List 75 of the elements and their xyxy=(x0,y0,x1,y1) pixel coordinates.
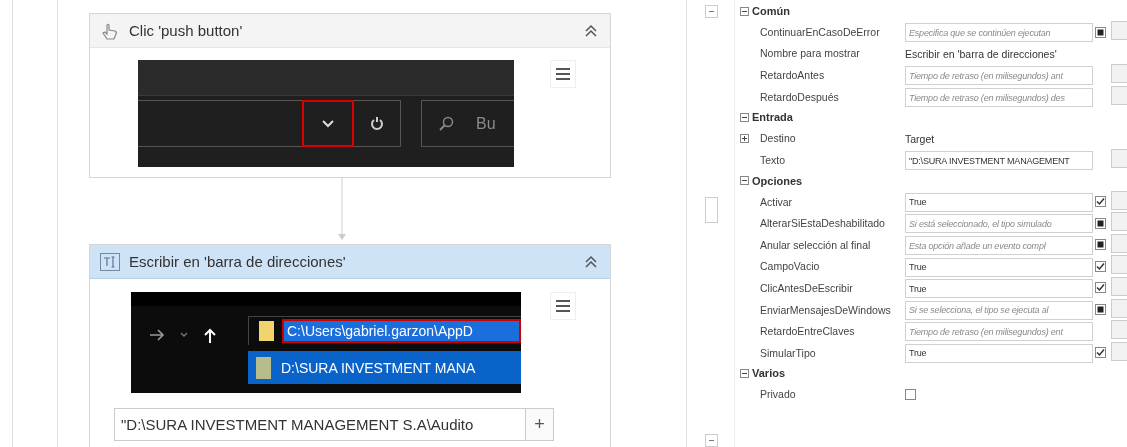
step-title: Escribir en 'barra de direcciones' xyxy=(129,253,347,270)
card-header[interactable]: Clic 'push button' xyxy=(90,14,610,48)
suggestion-item[interactable]: D:\SURA INVESTMENT MANA xyxy=(248,351,521,384)
property-field[interactable]: Esta opción añade un evento compl xyxy=(905,236,1093,255)
text-cursor-icon xyxy=(100,252,120,271)
chevron-down-icon xyxy=(322,119,334,128)
collapse-icon[interactable] xyxy=(740,112,749,122)
property-name: AlterarSiEstaDeshabilitado xyxy=(760,217,886,230)
text-field[interactable]: "D:\SURA INVESTMENT MANAGEMENT S.A\Audito xyxy=(114,408,526,441)
property-name: EnviarMensajesDeWindows xyxy=(760,303,892,316)
property-value: Target xyxy=(905,133,935,146)
checkbox[interactable] xyxy=(1095,26,1106,38)
property-name: SimularTipo xyxy=(760,346,817,359)
menu-button[interactable] xyxy=(550,60,576,88)
property-name: RetardoEntreClaves xyxy=(760,325,856,338)
address-field[interactable]: C:\Users\gabriel.garzon\AppD xyxy=(282,319,521,343)
checkbox[interactable] xyxy=(905,388,916,400)
checkbox[interactable] xyxy=(1095,196,1106,208)
property-field[interactable]: Especifica que se continúen ejecutan xyxy=(905,23,1093,43)
menu-icon xyxy=(555,67,571,81)
collapse-icon[interactable] xyxy=(740,6,749,16)
property-name: Activar xyxy=(760,195,794,208)
folder-icon xyxy=(259,321,274,341)
checkbox[interactable] xyxy=(1095,217,1106,229)
dropdown-button[interactable] xyxy=(302,100,354,147)
collapse-icon[interactable] xyxy=(584,254,598,269)
collapse-icon[interactable] xyxy=(584,23,598,38)
search-text: Bu xyxy=(476,114,496,133)
suggestion-text: D:\SURA INVESTMENT MANA xyxy=(281,359,476,376)
property-field[interactable]: Si se selecciona, el tipo se ejecuta al xyxy=(905,300,1093,320)
checkbox[interactable] xyxy=(1095,239,1106,251)
menu-button[interactable] xyxy=(550,292,576,320)
category-title: Opciones xyxy=(752,174,803,187)
folder-icon xyxy=(256,356,271,379)
property-name: CampoVacio xyxy=(760,260,821,273)
search-icon xyxy=(438,115,454,132)
up-arrow-icon[interactable] xyxy=(203,328,217,344)
property-name: Privado xyxy=(760,388,797,401)
property-field[interactable]: True xyxy=(905,257,1093,277)
forward-arrow-icon[interactable] xyxy=(149,328,165,342)
property-name: Texto xyxy=(760,153,787,166)
property-field[interactable]: "D:\SURA INVESTMENT MANAGEMENT xyxy=(905,151,1093,171)
checkbox[interactable] xyxy=(1095,304,1106,316)
collapse-icon[interactable] xyxy=(740,176,749,186)
property-name: ContinuarEnCasoDeError xyxy=(760,26,881,38)
property-name: RetardoDespués xyxy=(760,90,840,103)
step-card[interactable]: Clic 'push button' Bu xyxy=(89,13,611,178)
category-title: Varios xyxy=(752,367,786,380)
property-name: ClicAntesDeEscribir xyxy=(760,281,854,294)
property-name: Destino xyxy=(760,132,797,145)
property-value: Escribir en 'barra de direcciones' xyxy=(905,48,1057,61)
property-name: RetardoAntes xyxy=(760,69,826,82)
property-field[interactable]: Tiempo de retraso (en milisegundos) des xyxy=(905,88,1093,108)
property-name: Nombre para mostrar xyxy=(760,47,861,60)
card-header[interactable]: Escribir en 'barra de direcciones' xyxy=(90,245,610,279)
checkbox[interactable] xyxy=(1095,282,1106,294)
property-field[interactable]: Si está seleccionado, el tipo simulado xyxy=(905,214,1093,234)
property-field[interactable]: True xyxy=(905,192,1093,212)
collapse-icon[interactable] xyxy=(740,368,749,378)
search-field[interactable]: Bu xyxy=(421,100,514,147)
checkbox[interactable] xyxy=(1095,260,1106,272)
add-button[interactable]: + xyxy=(526,408,554,441)
expand-icon[interactable] xyxy=(740,133,749,143)
property-name: Anular selección al final xyxy=(760,238,872,251)
menu-icon xyxy=(555,299,571,313)
splitter-handle[interactable] xyxy=(705,197,718,223)
category-title: Entrada xyxy=(752,111,793,124)
category-title: Común xyxy=(752,5,790,17)
step-card[interactable]: Escribir en 'barra de direcciones' C:\Users\gabriel.garzon\AppD D:\SURA INVESTMENT MANA "D:\SURA INVESTMENT MANAGEMENT S.A\Audito + xyxy=(89,244,611,447)
property-field[interactable]: Tiempo de retraso (en milisegundos) ant xyxy=(905,66,1093,86)
checkbox[interactable] xyxy=(1095,347,1106,359)
property-field[interactable]: True xyxy=(905,343,1093,363)
property-field[interactable]: Tiempo de retraso (en milisegundos) ent xyxy=(905,322,1093,342)
step-title: Clic 'push button' xyxy=(129,22,244,39)
property-field[interactable]: True xyxy=(905,279,1093,299)
